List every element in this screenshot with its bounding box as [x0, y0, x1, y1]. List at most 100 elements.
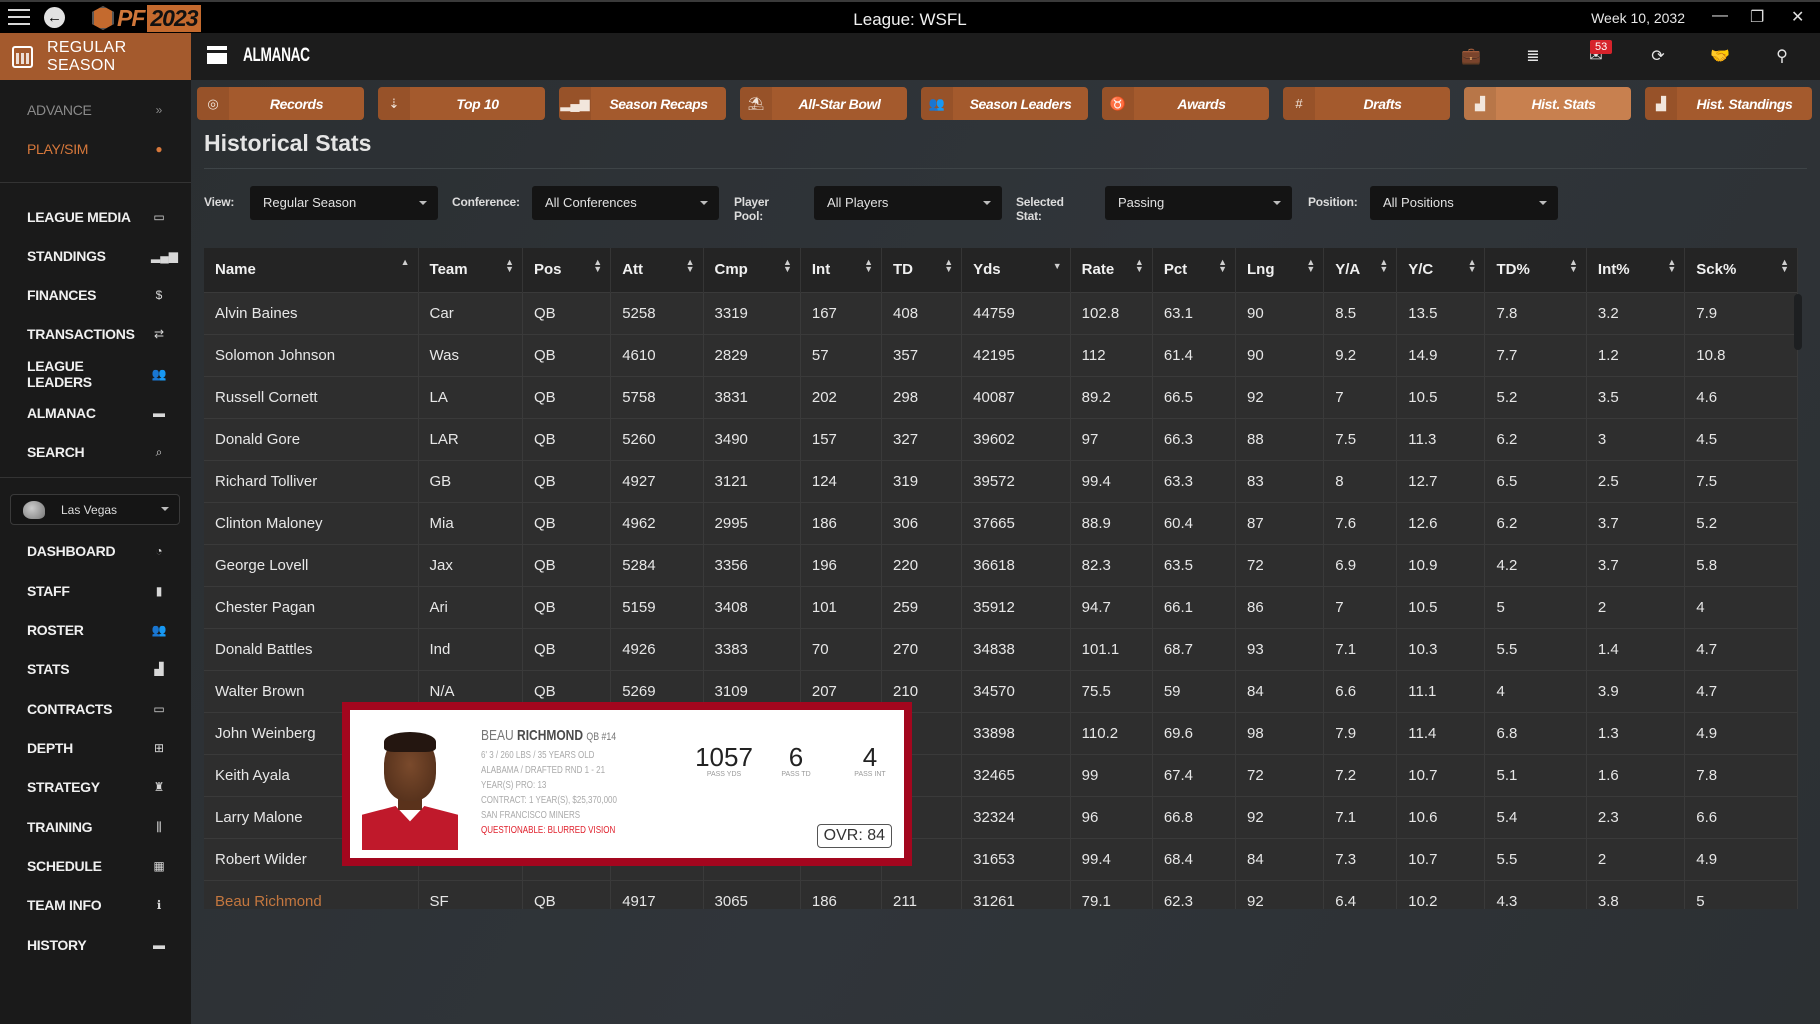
view-select[interactable]: Regular Season: [250, 186, 438, 220]
tab-label: Drafts: [1363, 95, 1402, 112]
table-row[interactable]: Beau Richmond SF QB 4917 3065 186 211 31261 79.1…: [204, 879, 1798, 909]
tab-hist-stats[interactable]: ▟ Hist. Stats: [1464, 87, 1631, 120]
player-name-cell[interactable]: Alvin Baines: [204, 291, 419, 334]
cell-pct: 63.5: [1152, 543, 1237, 586]
conference-select[interactable]: All Conferences: [532, 186, 719, 220]
sidebar-item-league-media[interactable]: LEAGUE MEDIA ▭: [27, 207, 167, 227]
cell-yds: 36618: [961, 543, 1071, 586]
table-row[interactable]: Alvin Baines Car QB 5258 3319 167 408 44759 102.…: [204, 291, 1798, 334]
cell-att: 4962: [610, 501, 704, 544]
sidebar-item-finances[interactable]: FINANCES $: [27, 285, 167, 305]
column-header-sck-[interactable]: Sck% ▲ ▼: [1684, 248, 1798, 292]
player-pool-select[interactable]: All Players: [814, 186, 1002, 220]
sidebar-item-schedule[interactable]: SCHEDULE ▦: [27, 856, 167, 876]
sidebar-item-depth[interactable]: DEPTH ⊞: [27, 738, 167, 758]
player-pool-label: Player Pool:: [734, 195, 769, 223]
table-row[interactable]: Solomon Johnson Was QB 4610 2829 57 357 42195 11…: [204, 333, 1798, 376]
player-name-cell[interactable]: Clinton Maloney: [204, 501, 419, 544]
sidebar-item-standings[interactable]: STANDINGS ▂▄▆: [27, 246, 178, 266]
column-header-pct[interactable]: Pct ▲ ▼: [1152, 248, 1237, 292]
column-header-rate[interactable]: Rate ▲ ▼: [1070, 248, 1153, 292]
table-row[interactable]: Chester Pagan Ari QB 5159 3408 101 259 35912 94.…: [204, 585, 1798, 628]
cell-y-a: 6.4: [1323, 879, 1398, 909]
column-header-pos[interactable]: Pos ▲ ▼: [522, 248, 612, 292]
column-header-y-a[interactable]: Y/A ▲ ▼: [1323, 248, 1398, 292]
table-row[interactable]: Donald Gore LAR QB 5260 3490 157 327 39602 97 66.…: [204, 417, 1798, 460]
sidebar-item-league-leaders[interactable]: LEAGUE LEADERS 👥: [27, 358, 167, 390]
tab-season-leaders[interactable]: 👥 Season Leaders: [921, 87, 1088, 120]
sidebar-item-almanac[interactable]: ALMANAC ▬: [27, 403, 167, 423]
sidebar-item-staff[interactable]: STAFF ▮: [27, 581, 167, 601]
tab-label: Hist. Standings: [1696, 95, 1793, 112]
player-name-cell[interactable]: Richard Tolliver: [204, 459, 419, 502]
sidebar-item-contracts[interactable]: CONTRACTS ▭: [27, 699, 167, 719]
sidebar-item-team-info[interactable]: TEAM INFO ℹ: [27, 895, 167, 915]
cell-team: LA: [418, 375, 523, 418]
binoculars-icon[interactable]: ⚲: [1771, 46, 1793, 68]
tab-awards[interactable]: ♉ Awards: [1102, 87, 1269, 120]
team-select[interactable]: Las Vegas: [10, 494, 180, 525]
sidebar-item-search[interactable]: SEARCH ⌕: [27, 442, 167, 462]
tab-records[interactable]: ◎ Records: [197, 87, 364, 120]
sidebar-item-stats[interactable]: STATS ▟: [27, 659, 167, 679]
refresh-icon[interactable]: ⟳: [1647, 46, 1669, 68]
table-row[interactable]: Richard Tolliver GB QB 4927 3121 124 319 39572 9…: [204, 459, 1798, 502]
dollar-icon: $: [155, 288, 163, 302]
sidebar-item-training[interactable]: TRAINING ⫼: [27, 817, 167, 837]
player-name-cell[interactable]: Donald Battles: [204, 627, 419, 670]
player-name-cell[interactable]: George Lovell: [204, 543, 419, 586]
tab-hist-standings[interactable]: ▟ Hist. Standings: [1645, 87, 1812, 120]
sidebar-item-strategy[interactable]: STRATEGY ♜: [27, 777, 167, 797]
column-header-name[interactable]: Name ▲: [204, 248, 419, 292]
sidebar-item-roster[interactable]: ROSTER 👥: [27, 620, 167, 640]
column-header-lng[interactable]: Lng ▲ ▼: [1235, 248, 1325, 292]
cell-team: SF: [418, 879, 523, 909]
chevron-down-icon: [161, 507, 169, 515]
player-name-cell[interactable]: Solomon Johnson: [204, 333, 419, 376]
column-header-td[interactable]: TD ▲ ▼: [881, 248, 963, 292]
player-name-cell[interactable]: Russell Cornett: [204, 375, 419, 418]
briefcase-icon[interactable]: 💼: [1460, 46, 1482, 68]
cell-y-a: 7: [1323, 375, 1398, 418]
sidebar-item-transactions[interactable]: TRANSACTIONS ⇄: [27, 324, 167, 344]
handshake-icon[interactable]: 🤝: [1709, 46, 1731, 68]
sidebar-item-play-sim[interactable]: PLAY/SIM ●: [27, 139, 167, 159]
column-header-int[interactable]: Int ▲ ▼: [800, 248, 883, 292]
column-header-cmp[interactable]: Cmp ▲ ▼: [703, 248, 801, 292]
restore-button[interactable]: ❐: [1750, 7, 1764, 27]
sidebar-item-history[interactable]: HISTORY ▬: [27, 935, 167, 955]
sort-icon: ⇣: [378, 87, 410, 120]
cell-pct: 59: [1152, 669, 1237, 712]
stat-value: 4: [862, 742, 878, 772]
tab-season-recaps[interactable]: ▂▄▆ Season Recaps: [559, 87, 726, 120]
minimize-button[interactable]: —: [1712, 7, 1728, 25]
selected-stat-select[interactable]: Passing: [1105, 186, 1292, 220]
player-name-cell[interactable]: Donald Gore: [204, 417, 419, 460]
database-icon[interactable]: ≣: [1522, 46, 1544, 68]
column-header-att[interactable]: Att ▲ ▼: [610, 248, 704, 292]
cell-int-: 1.2: [1586, 333, 1686, 376]
tab-top-10[interactable]: ⇣ Top 10: [378, 87, 545, 120]
table-row[interactable]: Donald Battles Ind QB 4926 3383 70 270 34838 101…: [204, 627, 1798, 670]
position-select[interactable]: All Positions: [1370, 186, 1558, 220]
table-scrollbar[interactable]: [1794, 294, 1802, 350]
table-row[interactable]: George Lovell Jax QB 5284 3356 196 220 36618 82.…: [204, 543, 1798, 586]
table-row[interactable]: Russell Cornett LA QB 5758 3831 202 298 40087 89…: [204, 375, 1798, 418]
column-header-td-[interactable]: TD% ▲ ▼: [1484, 248, 1587, 292]
table-row[interactable]: Clinton Maloney Mia QB 4962 2995 186 306 37665 8…: [204, 501, 1798, 544]
tab-all-star-bowl[interactable]: ⛱ All-Star Bowl: [740, 87, 907, 120]
column-header-int-[interactable]: Int% ▲ ▼: [1586, 248, 1686, 292]
sidebar-item-advance[interactable]: ADVANCE »: [27, 100, 167, 120]
regular-season-button[interactable]: REGULAR SEASON: [0, 33, 191, 80]
player-name-cell[interactable]: Chester Pagan: [204, 585, 419, 628]
column-header-team[interactable]: Team ▲ ▼: [418, 248, 523, 292]
sidebar-item-dashboard[interactable]: DASHBOARD ◔: [27, 541, 167, 561]
cell-lng: 87: [1235, 501, 1325, 544]
sort-icon: ▲ ▼: [782, 257, 792, 274]
player-name-cell[interactable]: Beau Richmond: [204, 879, 419, 909]
close-button[interactable]: ✕: [1791, 7, 1804, 27]
column-header-y-c[interactable]: Y/C ▲ ▼: [1396, 248, 1486, 292]
cell-pos: QB: [522, 501, 612, 544]
tab-drafts[interactable]: # Drafts: [1283, 87, 1450, 120]
column-header-yds[interactable]: Yds ▼: [961, 248, 1071, 292]
